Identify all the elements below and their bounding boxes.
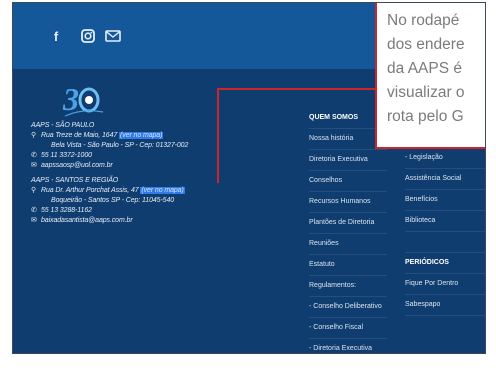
sp-email[interactable]: ✉ aapssaosp@uol.com.br xyxy=(31,161,113,171)
sp-phone: ✆ 55 11 3372-1000 xyxy=(31,151,92,161)
instruction-callout: No rodapé dos endere da AAPS é visualiza… xyxy=(375,3,485,149)
menu-item[interactable]: Biblioteca xyxy=(405,211,485,232)
menu-item[interactable]: Sabespapo xyxy=(405,295,485,316)
aaps-30-years-logo: 3 xyxy=(59,78,107,118)
callout-leader-line xyxy=(217,88,377,90)
santos-street-text: Rua Dr. Arthur Porchat Assis, 47 xyxy=(41,187,139,194)
sp-street-text: Rua Treze de Maio, 1647 xyxy=(41,132,118,139)
santos-email-text[interactable]: baixadasantista@aaps.com.br xyxy=(41,217,133,224)
facebook-icon[interactable]: f xyxy=(51,29,61,44)
menu-item[interactable]: Fique Por Dentro xyxy=(405,274,485,295)
menu-item[interactable]: Diretoria Executiva xyxy=(309,150,387,171)
callout-leader-line-vertical xyxy=(217,88,219,183)
menu-item[interactable]: Estatuto xyxy=(309,255,387,276)
sp-map-link[interactable]: (ver no mapa) xyxy=(119,132,164,139)
menu-section-heading: PERIÓDICOS xyxy=(405,253,485,274)
sp-email-text[interactable]: aapssaosp@uol.com.br xyxy=(41,162,113,169)
menu-item[interactable]: - Diretoria Executiva xyxy=(309,339,387,353)
callout-line-1: No rodapé xyxy=(387,12,460,29)
santos-phone: ✆ 55 13 3288-1162 xyxy=(31,206,92,216)
menu-item[interactable]: Assistência Social xyxy=(405,169,485,190)
phone-icon: ✆ xyxy=(31,207,37,214)
sp-title: AAPS - SÃO PAULO xyxy=(31,122,95,129)
santos-city: Boqueirão - Santos SP - Cep: 11045-540 xyxy=(51,197,175,204)
sp-city: Bela Vista - São Paulo - SP - Cep: 01327… xyxy=(51,142,189,149)
menu-item[interactable]: - Conselho Fiscal xyxy=(309,318,387,339)
menu-item[interactable]: - Conselho Deliberativo xyxy=(309,297,387,318)
map-pin-icon: ⚲ xyxy=(31,187,37,194)
callout-line-5: rota pelo G xyxy=(387,108,464,125)
menu-item[interactable]: Recursos Humanos xyxy=(309,192,387,213)
menu-item[interactable] xyxy=(405,232,485,253)
mail-icon[interactable] xyxy=(105,29,121,43)
menu-item[interactable]: Reuniões xyxy=(309,234,387,255)
callout-line-2: dos endere xyxy=(387,36,465,53)
santos-title: AAPS - SANTOS E REGIÃO xyxy=(31,177,119,184)
menu-item[interactable]: Conselhos xyxy=(309,171,387,192)
menu-item[interactable]: - Legislação xyxy=(405,148,485,169)
santos-map-link[interactable]: (ver no mapa) xyxy=(140,187,185,194)
menu-item[interactable]: Regulamentos: xyxy=(309,276,387,297)
instagram-icon[interactable] xyxy=(81,29,95,43)
callout-line-4: visualizar o xyxy=(387,84,465,101)
envelope-icon: ✉ xyxy=(31,162,37,169)
santos-phone-text: 55 13 3288-1162 xyxy=(41,207,92,214)
callout-line-3: da AAPS é xyxy=(387,60,462,77)
phone-icon: ✆ xyxy=(31,152,37,159)
map-pin-icon: ⚲ xyxy=(31,132,37,139)
santos-street: ⚲ Rua Dr. Arthur Porchat Assis, 47 (ver n… xyxy=(31,186,185,196)
website-screenshot: f 3 AAPS - SÃO PAULO ⚲ Rua Treze de Maio,… xyxy=(12,2,486,354)
envelope-icon: ✉ xyxy=(31,217,37,224)
sp-phone-text: 55 11 3372-1000 xyxy=(41,152,92,159)
sp-street: ⚲ Rua Treze de Maio, 1647 (ver no mapa) xyxy=(31,131,164,141)
santos-email[interactable]: ✉ baixadasantista@aaps.com.br xyxy=(31,216,133,226)
menu-item[interactable]: Plantões de Diretoria xyxy=(309,213,387,234)
menu-item[interactable]: Benefícios xyxy=(405,190,485,211)
